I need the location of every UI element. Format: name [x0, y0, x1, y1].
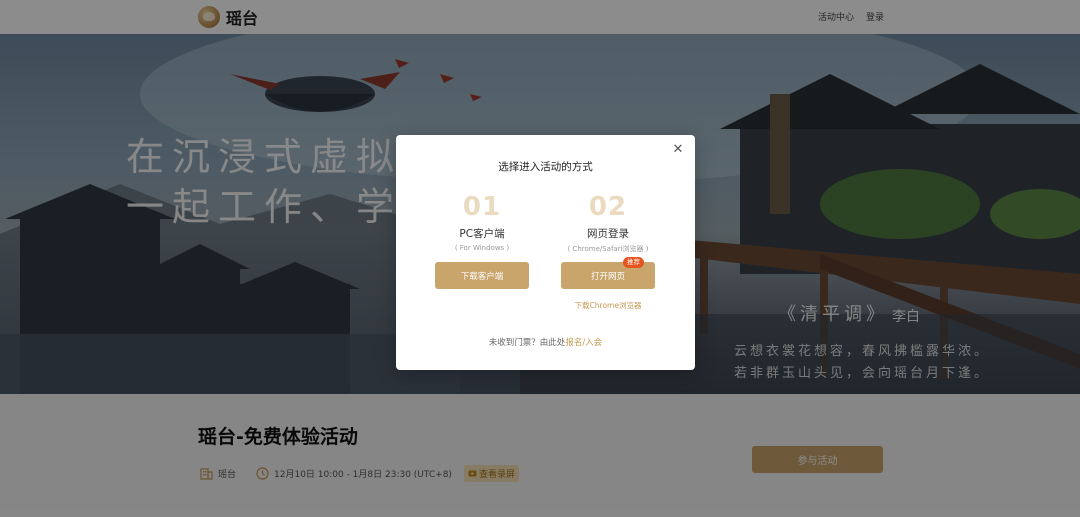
option-number-1: 01	[462, 192, 502, 222]
option-title-pc: PC客户端	[459, 228, 505, 240]
option-subtitle-web: ( Chrome/Safari浏览器 )	[567, 245, 649, 253]
footer-prefix: 未收到门票？由此处	[488, 338, 566, 348]
download-client-button[interactable]: 下载客户端	[435, 262, 529, 289]
entry-method-dialog: 选择进入活动的方式 ✕ 01 PC客户端 ( For Windows ) 02 …	[396, 135, 695, 370]
option-title-web: 网页登录	[587, 228, 629, 240]
register-link[interactable]: 报名/入会	[565, 338, 602, 348]
option-web-login: 02 网页登录 ( Chrome/Safari浏览器 )	[543, 191, 673, 254]
dialog-footer: 未收到门票？由此处报名/入会	[396, 336, 695, 348]
recommended-badge: 推荐	[623, 257, 644, 268]
close-icon[interactable]: ✕	[671, 143, 685, 157]
option-number-2: 02	[588, 192, 628, 222]
option-subtitle-pc: ( For Windows )	[454, 244, 510, 252]
dialog-title: 选择进入活动的方式	[498, 161, 593, 173]
download-chrome-link[interactable]: 下载Chrome浏览器	[561, 300, 655, 311]
option-pc-client: 01 PC客户端 ( For Windows )	[417, 191, 547, 252]
